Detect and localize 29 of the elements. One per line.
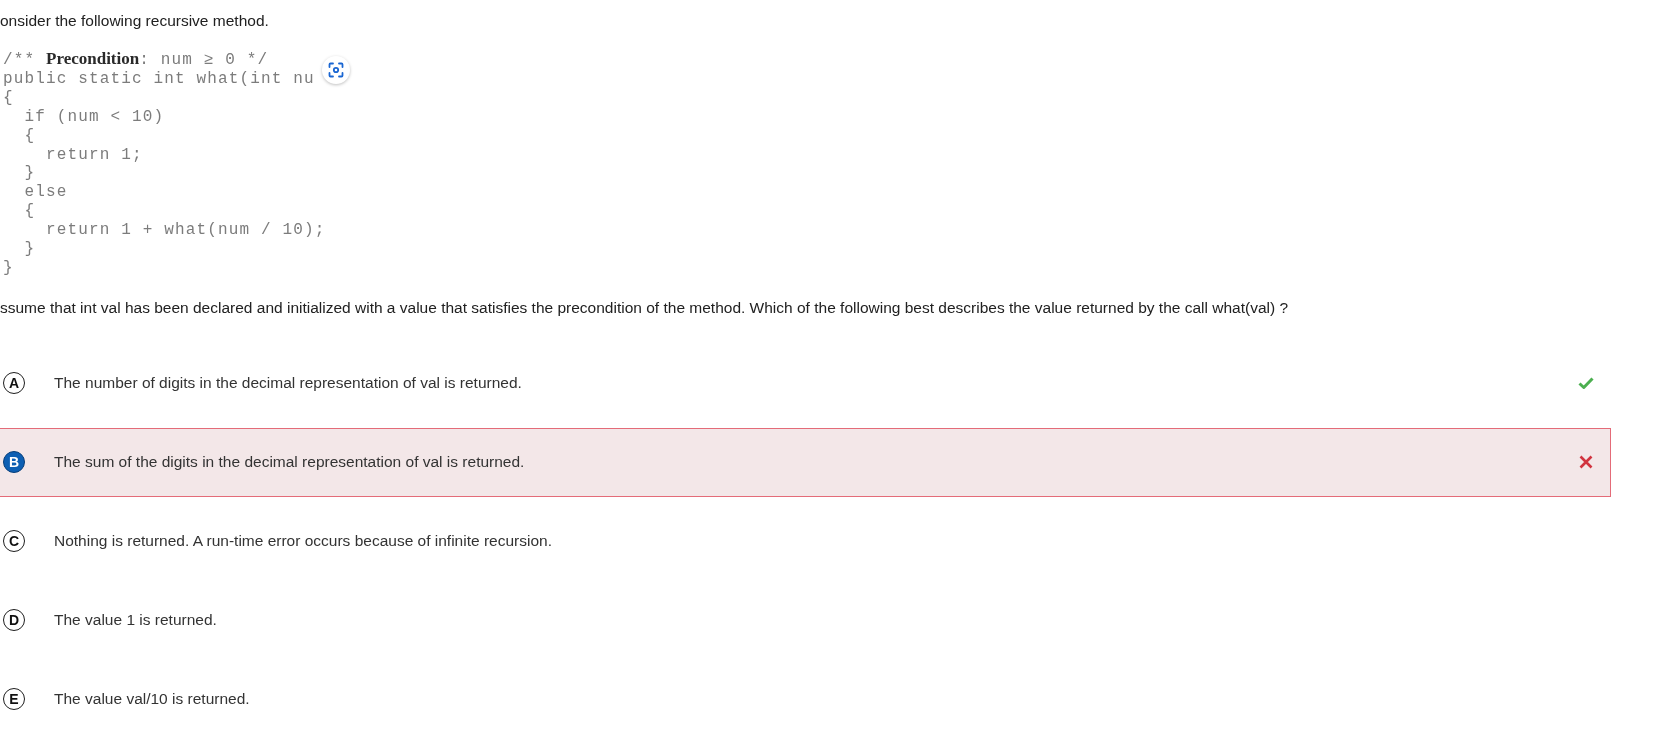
code-line: if (num < 10) <box>23 107 165 127</box>
answer-text: The number of digits in the decimal representation of val is returned. <box>54 373 522 394</box>
answer-text: The value val/10 is returned. <box>54 689 250 710</box>
choice-radio[interactable]: B <box>3 451 25 474</box>
choice-radio[interactable]: A <box>3 372 25 395</box>
answer-choice[interactable]: E The value val/10 is returned. <box>0 664 1611 729</box>
answer-text: The sum of the digits in the decimal representation of val is returned. <box>54 452 525 473</box>
choice-radio[interactable]: D <box>3 609 25 632</box>
prompt-text: ssume that int val has been declared and initialized with a value that satisfies the precondition of the method. Which of the following best describes the value returned by the call what(val) ? <box>0 297 1289 318</box>
answer-text: Nothing is returned. A run-time error occurs because of infinite recursion. <box>54 531 552 552</box>
code-line: { <box>23 202 36 222</box>
code-line: { <box>3 88 14 108</box>
code-line: public static int what(int nu <box>3 69 315 89</box>
code-line: { <box>23 126 36 146</box>
choice-radio[interactable]: C <box>3 530 25 553</box>
code-line: else <box>23 183 68 203</box>
answer-choice[interactable]: D The value 1 is returned. <box>0 585 1611 655</box>
code-line: } <box>23 164 36 184</box>
prompt-text: onsider the following recursive method. <box>0 11 269 31</box>
code-line: } <box>23 240 36 259</box>
code-line: /** Precondition: num ≥ 0 */ <box>3 50 269 70</box>
choice-radio[interactable]: E <box>3 688 25 711</box>
answer-choice[interactable]: A The number of digits in the decimal representation of val is returned. <box>0 348 1611 418</box>
answer-text: The value 1 is returned. <box>54 610 217 631</box>
code-line: return 1; <box>45 145 143 165</box>
answer-choice[interactable]: B The sum of the digits in the decimal representation of val is returned. <box>0 427 1611 497</box>
answer-choice[interactable]: C Nothing is returned. A run-time error occurs because of infinite recursion. <box>0 506 1611 576</box>
code-line: return 1 + what(num / 10); <box>45 221 326 241</box>
code-line: } <box>3 258 14 278</box>
